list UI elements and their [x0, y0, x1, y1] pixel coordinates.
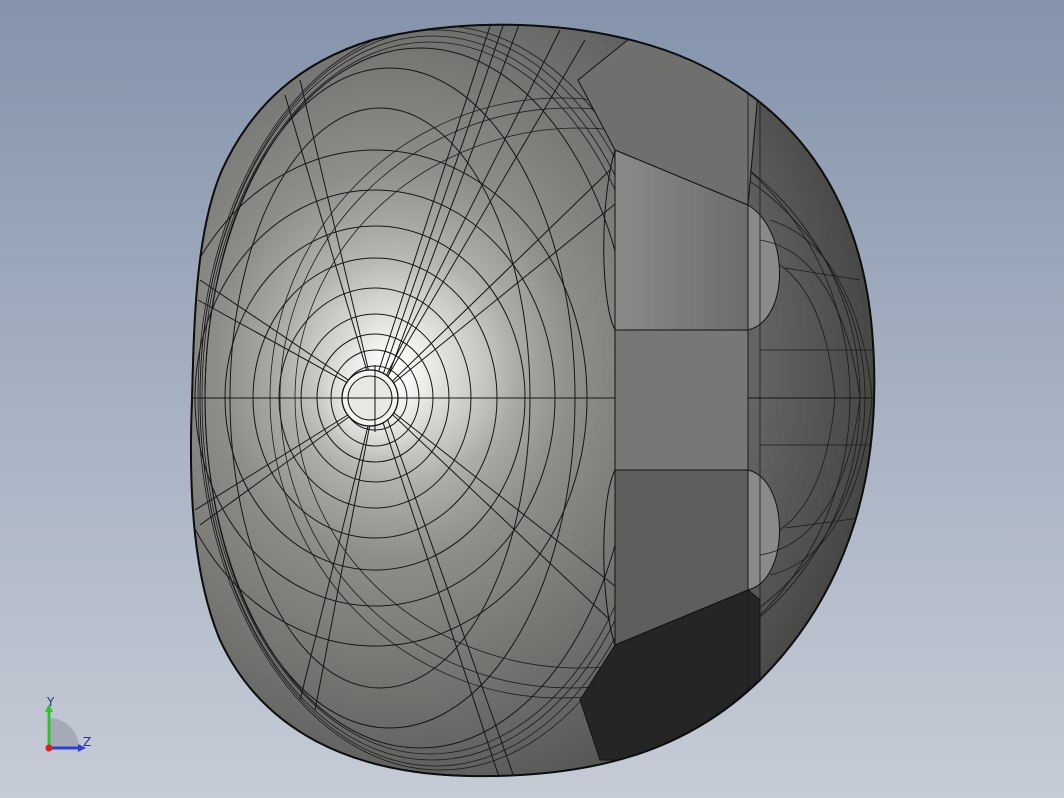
axis-z-label: Z — [83, 735, 92, 749]
graphics-viewport[interactable]: Y Z — [0, 0, 1064, 798]
3d-model-view[interactable] — [0, 0, 1064, 798]
axis-y-label: Y — [47, 695, 55, 709]
flat-face-middle — [614, 329, 749, 471]
orientation-triad: Y Z — [36, 696, 106, 766]
